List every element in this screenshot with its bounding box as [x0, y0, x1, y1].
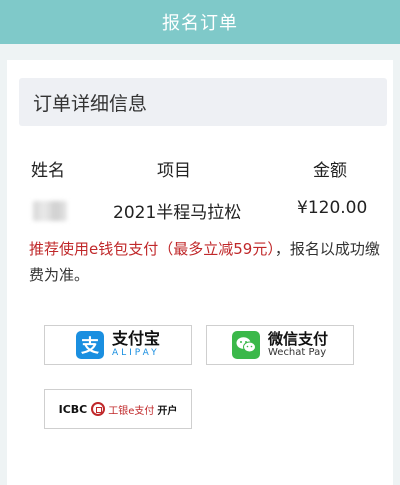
row-item: 2021半程马拉松: [113, 203, 242, 223]
header-bar: 报名订单: [0, 0, 400, 44]
alipay-label: 支付宝: [111, 329, 160, 348]
column-name: 姓名: [31, 161, 65, 181]
blurred-name: [33, 201, 67, 221]
section-title: 订单详细信息: [19, 78, 387, 126]
wechat-pay-sublabel: Wechat Pay: [267, 347, 327, 358]
notice-highlight: 推荐使用e钱包支付（最多立减59元）: [29, 240, 275, 258]
alipay-icon: 支: [75, 331, 104, 359]
icbc-button[interactable]: ICBC 工银e支付 开户: [44, 389, 192, 429]
row-amount: ¥120.00: [297, 198, 368, 218]
table-header: 姓名 项目 金额: [7, 156, 393, 181]
icbc-logo-text: ICBC: [58, 402, 88, 416]
alipay-button[interactable]: 支 支付宝 ALIPAY: [44, 325, 192, 365]
page-title: 报名订单: [162, 13, 238, 34]
payment-notice: 推荐使用e钱包支付（最多立减59元），报名以成功缴费为准。: [29, 236, 381, 288]
icbc-icon: [91, 402, 106, 416]
alipay-sublabel: ALIPAY: [111, 348, 160, 358]
wechat-pay-icon: [231, 331, 260, 359]
icbc-label: 工银e支付: [108, 405, 155, 417]
table-row: 2021半程马拉松 ¥120.00: [7, 198, 393, 224]
wechat-pay-label: 微信支付: [267, 330, 328, 348]
column-amount: 金额: [313, 161, 347, 181]
icbc-open-account-label: 开户: [157, 405, 178, 417]
order-card: 订单详细信息 姓名 项目 金额 2021半程马拉松 ¥120.00 推荐使用e钱…: [7, 60, 393, 485]
column-item: 项目: [157, 161, 191, 181]
wechat-pay-button[interactable]: 微信支付 Wechat Pay: [206, 325, 354, 365]
